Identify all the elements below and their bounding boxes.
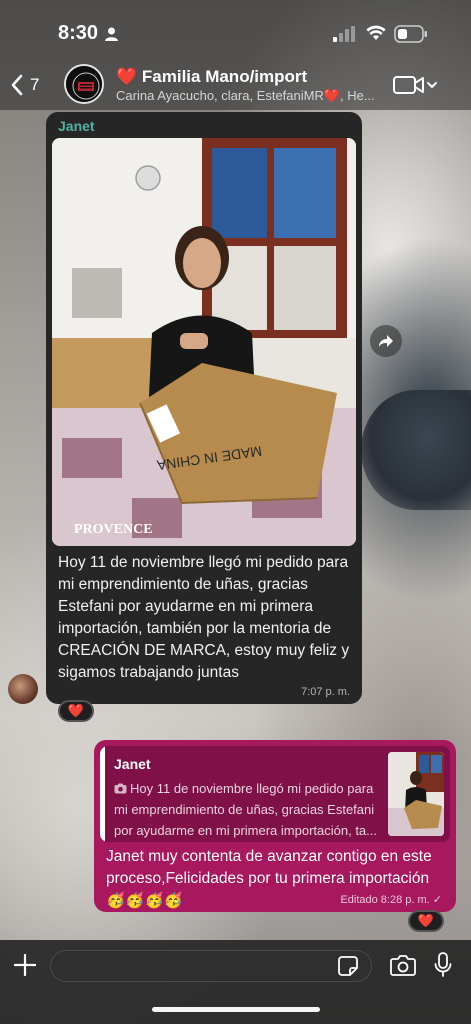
quote-text: Hoy 11 de noviembre llegó mi pedido para… (114, 778, 386, 841)
photo-illustration: PROVENCE MADE IN CHINA (52, 138, 356, 546)
sticker-icon[interactable] (338, 956, 358, 976)
forward-button[interactable] (370, 325, 402, 357)
incoming-reaction[interactable]: ❤️ (58, 700, 94, 722)
back-button[interactable]: 7 (10, 72, 50, 98)
group-title[interactable]: ❤️ Familia Mano/import (116, 67, 307, 87)
outgoing-time-text: Editado 8:28 p. m. (340, 894, 430, 906)
message-photo[interactable]: PROVENCE MADE IN CHINA (52, 138, 356, 546)
wifi-icon (366, 25, 386, 40)
plus-icon[interactable] (14, 954, 36, 976)
incoming-message-bubble[interactable]: Janet PROVENCE MADE IN CHINA Hoy 11 de n… (46, 112, 362, 704)
chat-header: 7 ❤️ Familia Mano/import Carina Ayacucho… (0, 60, 471, 110)
unread-count: 7 (30, 75, 40, 94)
group-members[interactable]: Carina Ayacucho, clara, EstefaniMR❤️, He… (116, 88, 386, 104)
outgoing-reaction[interactable]: ❤️ (408, 910, 444, 932)
forward-icon (379, 335, 393, 347)
outgoing-message-bubble[interactable]: Janet Hoy 11 de noviembre llegó mi pedid… (94, 740, 456, 912)
svg-text:PROVENCE: PROVENCE (74, 522, 153, 537)
camera-icon[interactable] (390, 954, 416, 976)
sent-check-icon: ✓ (432, 894, 442, 906)
sender-name: Janet (58, 118, 95, 134)
quote-thumbnail (388, 752, 444, 836)
quote-bar (100, 746, 105, 842)
battery-icon (394, 25, 427, 43)
signal-icon (333, 26, 355, 42)
group-logo-icon (66, 66, 102, 102)
incoming-message-text: Hoy 11 de noviembre llegó mi pedido para… (58, 554, 350, 681)
back-chevron-icon (11, 74, 23, 96)
wallpaper-shape (361, 390, 471, 510)
incoming-message-time: 7:07 p. m. (301, 686, 350, 698)
status-bar: 8:30 (0, 0, 471, 60)
quoted-message[interactable]: Janet Hoy 11 de noviembre llegó mi pedid… (100, 746, 450, 842)
video-call-icon[interactable] (392, 73, 440, 97)
home-indicator[interactable] (152, 1007, 320, 1012)
message-input[interactable] (50, 950, 372, 982)
thumbnail-illustration (388, 752, 444, 836)
outgoing-message-time: Editado 8:28 p. m. ✓ (340, 893, 442, 906)
mic-icon[interactable] (434, 952, 452, 978)
quote-author: Janet (114, 756, 151, 772)
sender-avatar[interactable] (8, 674, 38, 704)
camera-small-icon (114, 783, 127, 794)
person-icon (105, 27, 118, 41)
quote-text-content: Hoy 11 de noviembre llegó mi pedido para… (114, 781, 377, 838)
status-time: 8:30 (58, 22, 99, 44)
group-avatar[interactable] (64, 64, 104, 104)
